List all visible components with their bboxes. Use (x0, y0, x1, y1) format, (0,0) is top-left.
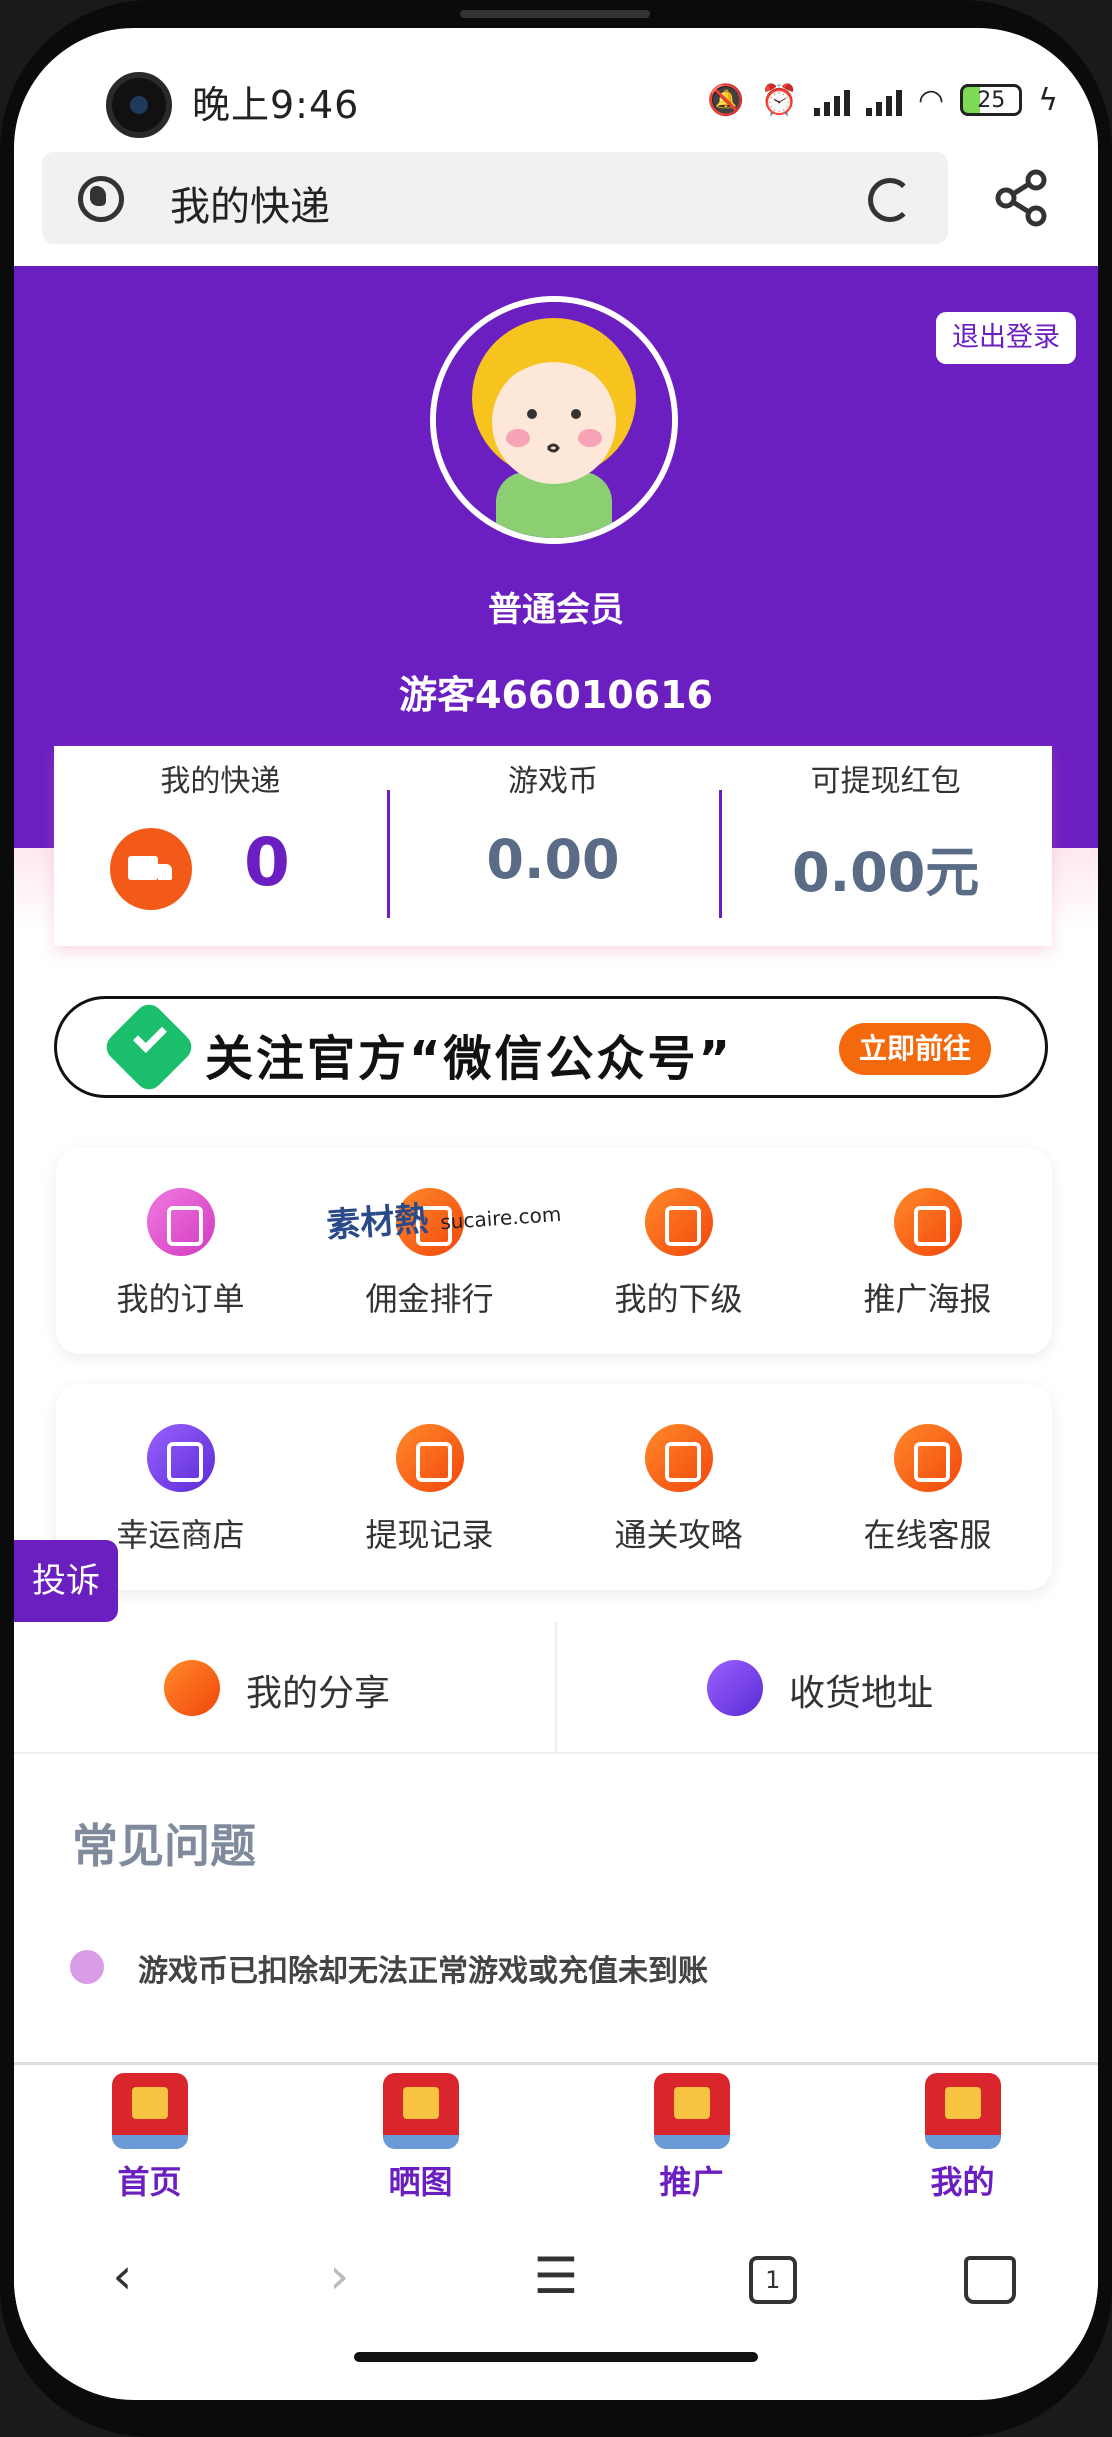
home-gate-icon (111, 2073, 188, 2149)
go-now-button[interactable]: 立即前往 (838, 1023, 991, 1075)
screen: 晚上9:46 🔕 ⏰ ◠ 25 ϟ 我的快递 退出登录 普通会员 游客46601… (14, 28, 1098, 2400)
faq-item[interactable]: 游戏币已扣除却无法正常游戏或充值未到账 (138, 1946, 708, 1990)
my-share-label: 我的分享 (246, 1673, 391, 1714)
subordinate-icon (644, 1188, 713, 1256)
grid-item-label: 提现记录 (365, 1516, 494, 1554)
home-indicator[interactable] (354, 2352, 758, 2362)
charging-icon: ϟ (1038, 82, 1058, 118)
stat-value: 0.00 (486, 828, 620, 891)
reload-icon[interactable] (868, 178, 912, 222)
tabs-button[interactable]: 1 (664, 2208, 881, 2344)
grid-item-label: 佣金排行 (365, 1280, 494, 1318)
wechat-follow-banner[interactable]: 关注官方“微信公众号” 立即前往 (54, 996, 1048, 1098)
status-bar: 晚上9:46 🔕 ⏰ ◠ 25 ϟ (14, 28, 1098, 148)
chevron-left-icon: ‹ (112, 2247, 133, 2305)
watermark-url: sucaire.com (439, 1201, 562, 1235)
grid-item-promo-poster[interactable]: 推广海报 (803, 1148, 1052, 1354)
complaint-button[interactable]: 投诉 (14, 1540, 118, 1622)
home-button[interactable] (881, 2208, 1098, 2344)
shipping-address-label: 收货地址 (789, 1673, 934, 1714)
stat-red-packet[interactable]: 可提现红包 0.00元 (719, 746, 1052, 946)
status-icons: 🔕 ⏰ ◠ 25 ϟ (707, 80, 1058, 120)
grid-item-label: 通关攻略 (614, 1516, 743, 1554)
grid-item-label: 我的下级 (614, 1280, 743, 1318)
signal-icon-2 (866, 84, 903, 116)
page-title: 我的快递 (170, 184, 330, 230)
grid-item-my-subordinates[interactable]: 我的下级 (554, 1148, 803, 1354)
withdraw-record-icon (395, 1424, 464, 1492)
guide-icon (644, 1424, 713, 1492)
gold-ingot-icon (924, 2073, 1001, 2149)
stat-game-coins[interactable]: 游戏币 0.00 (386, 746, 720, 946)
stat-label: 我的快递 (160, 764, 281, 799)
umbrella-icon (164, 1660, 220, 1716)
address-bar[interactable]: 我的快递 (42, 152, 948, 244)
tabs-count: 1 (748, 2255, 797, 2304)
stat-label: 游戏币 (508, 764, 598, 799)
banner-text: 关注官方“微信公众号” (205, 1031, 734, 1087)
stat-value: 0 (244, 824, 290, 901)
stat-my-express[interactable]: 我的快递 0 (54, 746, 387, 946)
logout-button[interactable]: 退出登录 (936, 312, 1076, 364)
bottom-tab-bar: 首页 晒图 推广 我的 (14, 2062, 1098, 2206)
tab-home[interactable]: 首页 (14, 2065, 285, 2206)
lock-bag-icon (707, 1660, 763, 1716)
tab-label: 我的 (930, 2163, 995, 2201)
grid-item-customer-service[interactable]: 在线客服 (803, 1384, 1052, 1590)
phone-frame: 晚上9:46 🔕 ⏰ ◠ 25 ϟ 我的快递 退出登录 普通会员 游客46601… (0, 0, 1112, 2437)
cartoon-girl-avatar-icon (436, 302, 672, 538)
alarm-icon: ⏰ (760, 82, 799, 118)
grid-item-label: 推广海报 (863, 1280, 992, 1318)
feature-grid-2: 幸运商店 提现记录 通关攻略 在线客服 (56, 1384, 1052, 1590)
tab-label: 晒图 (388, 2163, 453, 2201)
member-level: 普通会员 (488, 590, 624, 630)
grid-item-guide[interactable]: 通关攻略 (554, 1384, 803, 1590)
watermark-main: 素材熱 (325, 1199, 430, 1247)
avatar[interactable] (430, 296, 678, 544)
wifi-icon: ◠ (918, 82, 945, 118)
tab-label: 首页 (117, 2163, 182, 2201)
truck-icon (110, 828, 192, 910)
tab-mine[interactable]: 我的 (827, 2065, 1098, 2206)
flower-icon (382, 2073, 459, 2149)
grid-item-withdraw-records[interactable]: 提现记录 (305, 1384, 554, 1590)
front-camera (106, 72, 172, 138)
grid-item-label: 在线客服 (863, 1516, 992, 1554)
stats-card: 我的快递 0 游戏币 0.00 可提现红包 0.00元 (54, 746, 1052, 946)
grid-item-my-orders[interactable]: 我的订单 (56, 1148, 305, 1354)
home-icon (963, 2255, 1016, 2304)
tab-show-photos[interactable]: 晒图 (285, 2065, 556, 2206)
tab-label: 推广 (659, 2163, 724, 2201)
status-time: 晚上9:46 (192, 83, 360, 127)
mouse-icon (653, 2073, 730, 2149)
feature-grid-1: 我的订单 佣金排行 我的下级 推广海报 (56, 1148, 1052, 1354)
stat-value: 0.00元 (792, 841, 980, 904)
customer-service-icon (893, 1424, 962, 1492)
globe-icon (78, 176, 124, 222)
faq-title: 常见问题 (72, 1819, 256, 1873)
faq-bullet-icon (70, 1950, 104, 1984)
username: 游客466010616 (399, 673, 713, 717)
tab-promote[interactable]: 推广 (556, 2065, 827, 2206)
share-address-row: 我的分享 收货地址 (14, 1622, 1098, 1754)
my-share-button[interactable]: 我的分享 (14, 1622, 555, 1752)
stat-label: 可提现红包 (810, 764, 961, 799)
battery-icon: 25 (960, 84, 1023, 116)
shipping-address-button[interactable]: 收货地址 (555, 1622, 1098, 1752)
mute-icon: 🔕 (707, 82, 745, 118)
share-icon[interactable] (994, 168, 1050, 228)
browser-nav-bar: ‹ › ☰ 1 (14, 2208, 1098, 2344)
chevron-right-icon: › (329, 2247, 350, 2305)
speaker-grille (460, 10, 650, 18)
menu-button[interactable]: ☰ (448, 2208, 665, 2344)
signal-icon (814, 84, 851, 116)
poster-icon (893, 1188, 962, 1256)
forward-button[interactable]: › (231, 2208, 448, 2344)
lucky-store-icon (146, 1424, 215, 1492)
hamburger-icon: ☰ (533, 2247, 579, 2305)
grid-item-commission-ranking[interactable]: 佣金排行 (305, 1148, 554, 1354)
back-button[interactable]: ‹ (14, 2208, 231, 2344)
order-icon (146, 1188, 215, 1256)
grid-item-label: 我的订单 (116, 1280, 245, 1318)
